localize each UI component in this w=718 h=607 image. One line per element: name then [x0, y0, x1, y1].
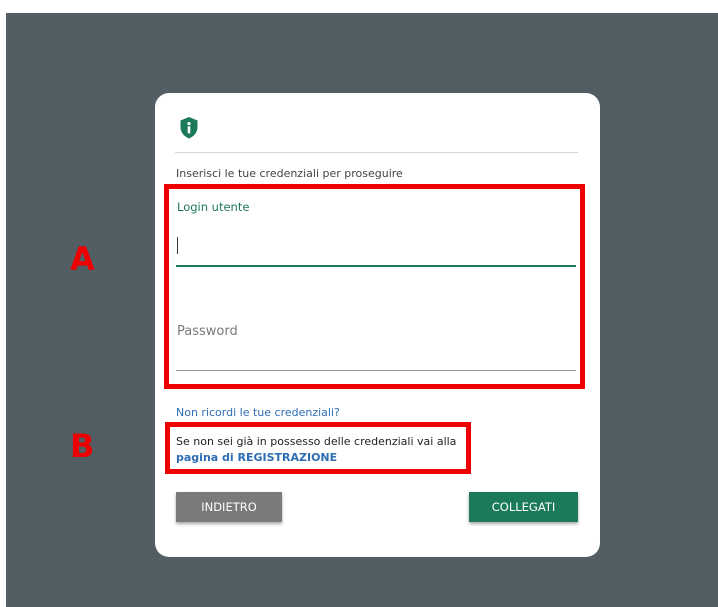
annotation-box-a — [164, 184, 585, 389]
back-button[interactable]: INDIETRO — [176, 492, 282, 522]
connect-button[interactable]: COLLEGATI — [469, 492, 578, 522]
shield-info-icon — [180, 117, 198, 139]
header-divider — [175, 152, 578, 153]
annotation-box-b — [165, 422, 471, 474]
annotation-label-b: B — [70, 427, 95, 465]
forgot-credentials-link[interactable]: Non ricordi le tue credenziali? — [176, 406, 340, 419]
annotation-label-a: A — [70, 240, 95, 278]
instruction-text: Inserisci le tue credenziali per prosegu… — [176, 167, 403, 180]
